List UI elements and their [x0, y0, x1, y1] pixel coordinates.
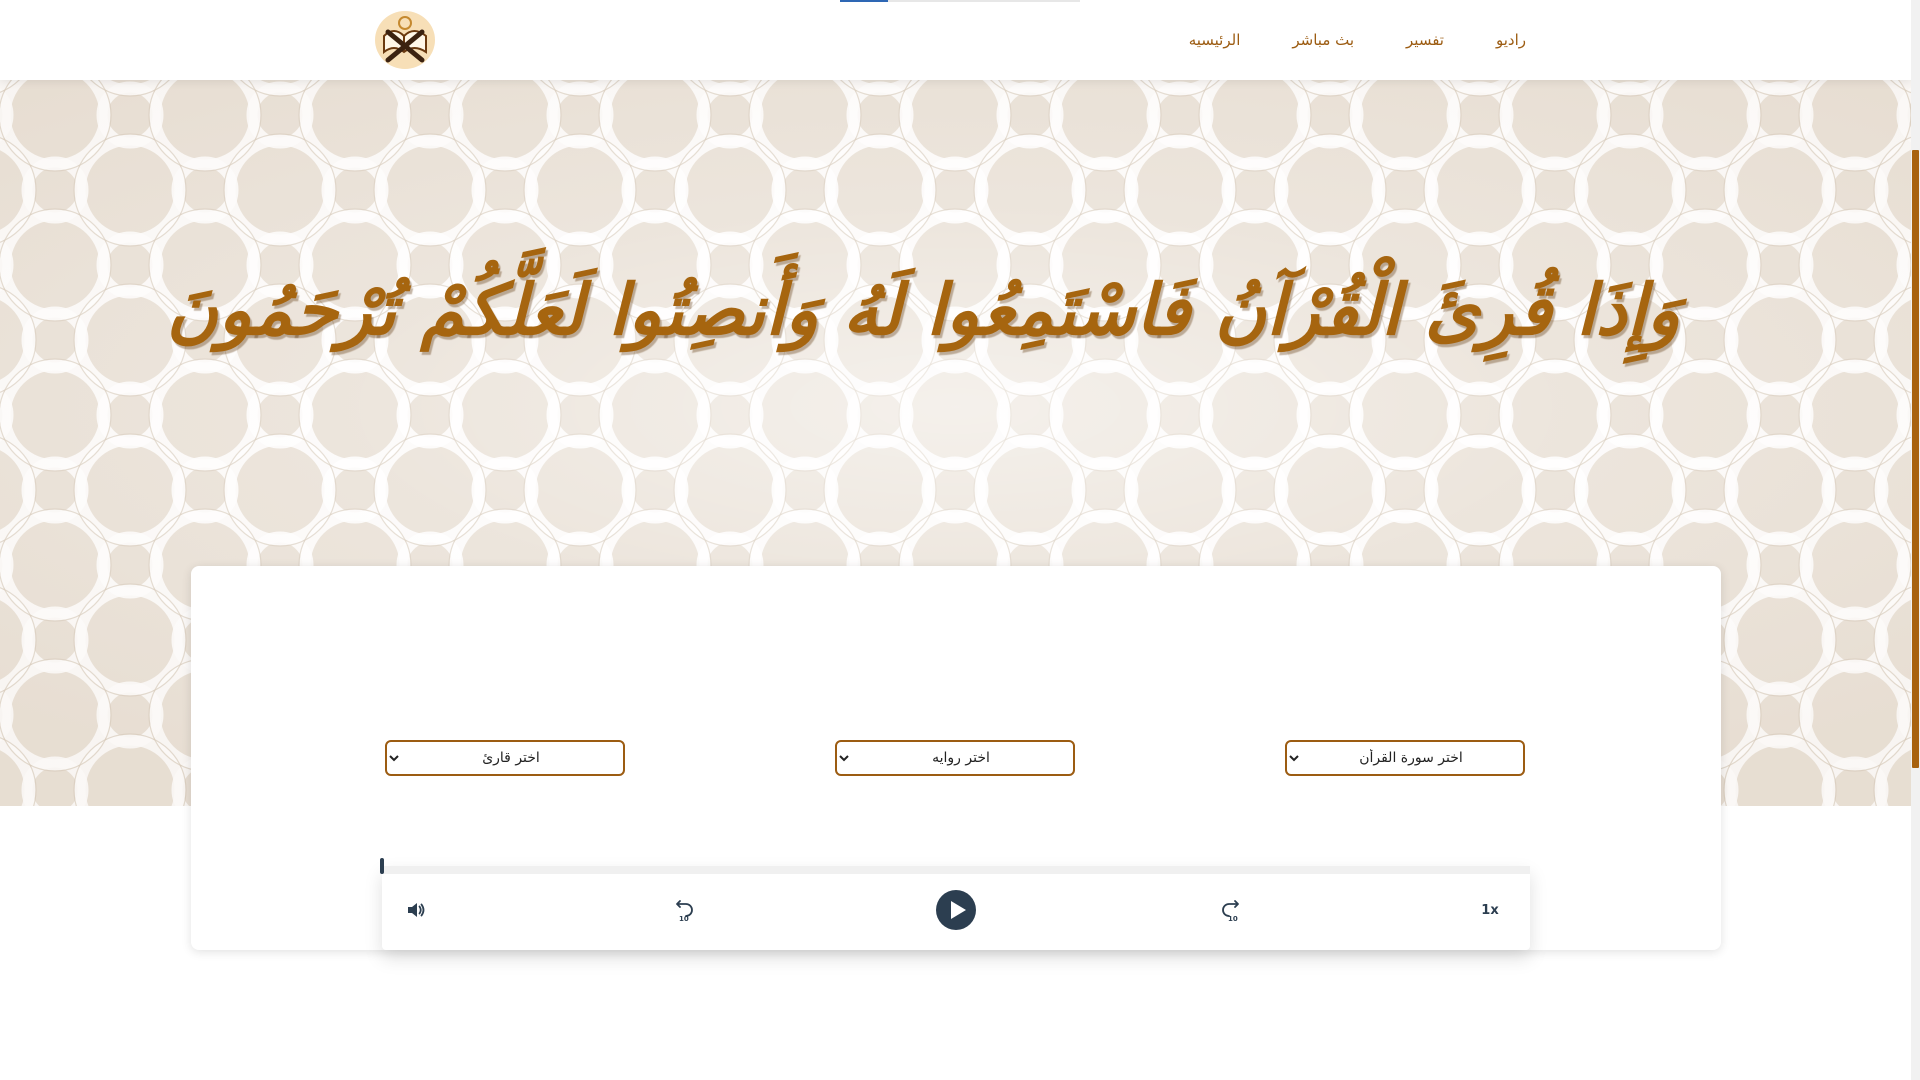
navbar: راديو تفسير بث مباشر الرئيسيه: [0, 0, 1911, 80]
forward-10-icon: 10: [1222, 900, 1239, 922]
svg-text:10: 10: [1228, 915, 1238, 922]
reader-select-wrap: اختر قارئ: [385, 740, 625, 776]
play-icon: [936, 890, 976, 930]
reader-select[interactable]: اختر قارئ: [385, 740, 625, 776]
surah-select-wrap: اختر سورة القرأن: [1285, 740, 1525, 776]
top-loading-bar-fill: [840, 0, 888, 2]
volume-icon: [408, 903, 425, 917]
scrollbar-thumb[interactable]: [1912, 150, 1919, 768]
page-scrollbar[interactable]: [1911, 0, 1920, 1080]
nav-item-radio[interactable]: راديو: [1496, 31, 1526, 49]
hero-verse: وَإِذَا قُرِئَ الْقُرْآنُ فَاسْتَمِعُوا …: [166, 268, 1680, 351]
riwaya-select-wrap: اختر روايه: [835, 740, 1075, 776]
nav-item-home[interactable]: الرئيسيه: [1189, 31, 1241, 49]
volume-button[interactable]: [402, 896, 430, 924]
surah-select[interactable]: اختر سورة القرأن: [1285, 740, 1525, 776]
svg-text:10: 10: [679, 915, 689, 922]
playback-speed-button[interactable]: 1x: [1473, 896, 1507, 924]
nav-item-live[interactable]: بث مباشر: [1292, 31, 1354, 49]
seek-handle[interactable]: [380, 858, 384, 874]
play-button[interactable]: [935, 889, 977, 931]
nav-item-tafsir[interactable]: تفسير: [1406, 31, 1444, 49]
page: راديو تفسير بث مباشر الرئيسيه وَإِذَا قُ…: [0, 0, 1920, 1080]
top-loading-bar: [840, 0, 1080, 2]
rewind-10-button[interactable]: 10: [669, 896, 697, 924]
rewind-10-icon: 10: [676, 900, 693, 922]
riwaya-select[interactable]: اختر روايه: [835, 740, 1075, 776]
quran-book-logo[interactable]: [370, 6, 440, 76]
seek-bar[interactable]: [380, 858, 1530, 874]
audio-player: 10 10 1x: [380, 858, 1530, 950]
main-nav: راديو تفسير بث مباشر الرئيسيه: [1189, 0, 1526, 80]
player-card: اختر سورة القرأن اختر روايه اختر قارئ 10…: [191, 566, 1721, 950]
forward-10-button[interactable]: 10: [1218, 896, 1246, 924]
quran-book-icon: [375, 11, 435, 69]
